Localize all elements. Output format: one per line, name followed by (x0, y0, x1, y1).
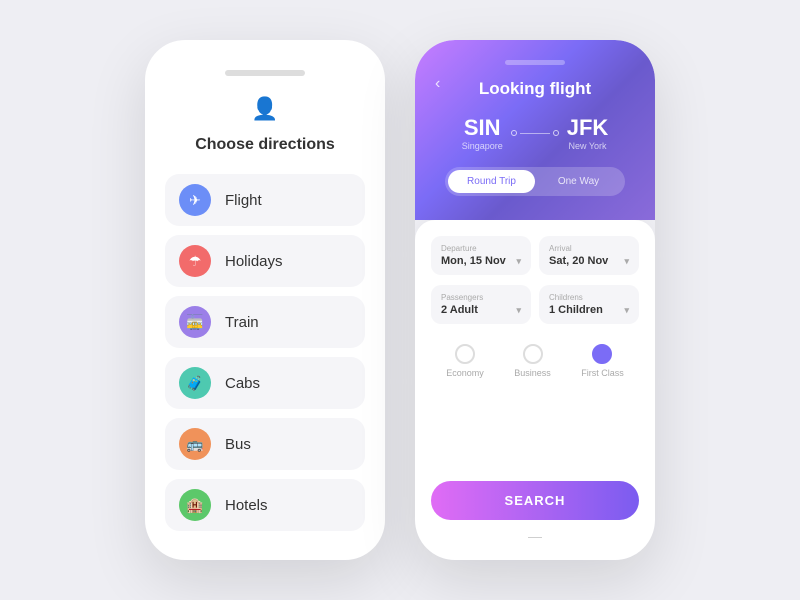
children-field[interactable]: Childrens 1 Children ▾ (539, 285, 639, 324)
trip-toggle: Round Trip One Way (445, 167, 625, 196)
passengers-label: Passengers (441, 293, 521, 302)
right-phone: ‹ Looking flight SIN Singapore JFK New Y… (415, 40, 655, 560)
profile-icon[interactable]: 👤 (165, 96, 365, 122)
holidays-label: Holidays (225, 253, 283, 270)
one-way-button[interactable]: One Way (535, 170, 622, 193)
business-radio[interactable] (523, 344, 543, 364)
origin-name: Singapore (462, 141, 503, 151)
train-label: Train (225, 314, 259, 331)
arrival-arrow: ▾ (624, 256, 629, 267)
menu-item-hotels[interactable]: 🏨 Hotels (165, 479, 365, 531)
left-notch (225, 70, 305, 76)
header-title: Looking flight (435, 79, 635, 99)
economy-option[interactable]: Economy (446, 344, 484, 378)
flight-label: Flight (225, 192, 262, 209)
passengers-field[interactable]: Passengers 2 Adult ▾ (431, 285, 531, 324)
hotels-icon: 🏨 (179, 489, 211, 521)
departure-field[interactable]: Departure Mon, 15 Nov ▾ (431, 236, 531, 275)
cabs-icon: 🧳 (179, 367, 211, 399)
bus-label: Bus (225, 436, 251, 453)
dest-name: New York (567, 141, 609, 151)
arrival-field[interactable]: Arrival Sat, 20 Nov ▾ (539, 236, 639, 275)
departure-label: Departure (441, 244, 521, 253)
booking-form: Departure Mon, 15 Nov ▾ Arrival Sat, 20 … (415, 220, 655, 560)
bus-icon: 🚌 (179, 428, 211, 460)
dest-dot (553, 130, 559, 136)
origin-airport: SIN Singapore (462, 115, 503, 151)
first-class-option[interactable]: First Class (581, 344, 624, 378)
date-row: Departure Mon, 15 Nov ▾ Arrival Sat, 20 … (431, 236, 639, 275)
menu-item-cabs[interactable]: 🧳 Cabs (165, 357, 365, 409)
passenger-row: Passengers 2 Adult ▾ Childrens 1 Childre… (431, 285, 639, 324)
app-container: 👤 Choose directions ✈ Flight ☂ Holidays … (145, 40, 655, 560)
class-selection: Economy Business First Class (431, 344, 639, 378)
cabs-label: Cabs (225, 375, 260, 392)
home-indicator: — (431, 520, 639, 546)
first-class-label: First Class (581, 368, 624, 378)
round-trip-button[interactable]: Round Trip (448, 170, 535, 193)
menu-item-holidays[interactable]: ☂ Holidays (165, 235, 365, 287)
right-header: ‹ Looking flight SIN Singapore JFK New Y… (415, 40, 655, 220)
search-button[interactable]: SEARCH (431, 481, 639, 520)
train-icon: 🚋 (179, 306, 211, 338)
route-connector (511, 130, 559, 136)
business-option[interactable]: Business (514, 344, 551, 378)
children-arrow: ▾ (624, 305, 629, 316)
menu-list: ✈ Flight ☂ Holidays 🚋 Train 🧳 Cabs 🚌 Bus… (165, 174, 365, 531)
first-class-radio[interactable] (592, 344, 612, 364)
menu-item-bus[interactable]: 🚌 Bus (165, 418, 365, 470)
route-row: SIN Singapore JFK New York (435, 115, 635, 151)
departure-value: Mon, 15 Nov ▾ (441, 255, 521, 267)
business-label: Business (514, 368, 551, 378)
page-title: Choose directions (165, 136, 365, 154)
economy-label: Economy (446, 368, 484, 378)
departure-arrow: ▾ (516, 256, 521, 267)
holidays-icon: ☂ (179, 245, 211, 277)
children-label: Childrens (549, 293, 629, 302)
passengers-value: 2 Adult ▾ (441, 304, 521, 316)
route-line (520, 133, 550, 134)
passengers-arrow: ▾ (516, 305, 521, 316)
menu-item-flight[interactable]: ✈ Flight (165, 174, 365, 226)
arrival-label: Arrival (549, 244, 629, 253)
economy-radio[interactable] (455, 344, 475, 364)
destination-airport: JFK New York (567, 115, 609, 151)
left-phone: 👤 Choose directions ✈ Flight ☂ Holidays … (145, 40, 385, 560)
arrival-value: Sat, 20 Nov ▾ (549, 255, 629, 267)
origin-dot (511, 130, 517, 136)
menu-item-train[interactable]: 🚋 Train (165, 296, 365, 348)
flight-icon: ✈ (179, 184, 211, 216)
children-value: 1 Children ▾ (549, 304, 629, 316)
dest-code: JFK (567, 115, 609, 141)
right-notch (505, 60, 565, 65)
origin-code: SIN (462, 115, 503, 141)
hotels-label: Hotels (225, 497, 268, 514)
